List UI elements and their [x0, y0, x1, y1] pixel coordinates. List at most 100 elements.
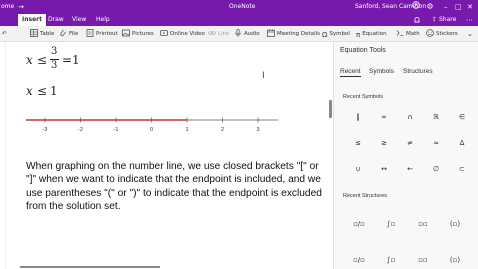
recent-symbol-button[interactable]: ≈: [426, 136, 446, 150]
tick-label: 1: [185, 127, 188, 133]
recent-structure-button[interactable]: ▫▫: [412, 210, 434, 238]
recent-structure-button[interactable]: (▫): [444, 210, 466, 238]
tab-structures[interactable]: Structures: [403, 67, 433, 76]
vertical-scrollbar[interactable]: [329, 100, 332, 118]
recent-symbol-button[interactable]: ∞: [374, 110, 394, 124]
ribbon-table-label: Table: [40, 31, 55, 37]
tab-draw[interactable]: Draw: [44, 14, 68, 26]
ribbon-pictures-label: Pictures: [132, 31, 154, 37]
back-arrow-icon[interactable]: →: [18, 1, 24, 13]
recent-symbol-button[interactable]: ≤: [348, 136, 368, 150]
tab-insert[interactable]: Insert: [18, 14, 46, 26]
recent-symbol-button[interactable]: Δ: [452, 136, 472, 150]
tab-view[interactable]: View: [68, 14, 90, 26]
equation-icon: π: [356, 31, 361, 39]
tick-label: -3: [43, 127, 48, 133]
recent-symbol-button[interactable]: ⊂: [452, 162, 472, 176]
ribbon-audio-button[interactable]: Audio: [234, 29, 260, 39]
stickers-icon: [426, 29, 434, 37]
horizontal-scrollbar[interactable]: [20, 266, 160, 268]
audio-icon: [235, 29, 241, 37]
recent-symbol-button[interactable]: ∪: [348, 162, 368, 176]
more-options-icon[interactable]: ⋯: [466, 14, 473, 26]
tick-label: 3: [256, 127, 259, 133]
recent-symbol-button[interactable]: ∩: [400, 110, 420, 124]
eq1-rhs: 1: [72, 53, 80, 67]
menu-bar: Insert Draw View Help ⇪ Share ⋯: [0, 14, 478, 26]
equation-one[interactable]: x ≤ 3 3 = 1: [26, 46, 86, 76]
recent-symbol-button[interactable]: ↔: [374, 162, 394, 176]
eq1-variable: x: [26, 53, 33, 67]
share-label: Share: [438, 16, 457, 23]
recent-structures-heading: Recent Structures: [343, 193, 388, 199]
printout-icon: [86, 29, 94, 37]
undo-icon[interactable]: ↶: [2, 29, 7, 39]
tick-label: -2: [78, 127, 83, 133]
recent-symbol-button[interactable]: ‖: [348, 110, 368, 124]
ribbon-printout-label: Printout: [96, 31, 118, 37]
ribbon-meeting-details-label: Meeting Details: [277, 31, 320, 37]
ribbon-symbol-button[interactable]: Ω Symbol: [322, 29, 350, 39]
ribbon-math-button[interactable]: Math: [396, 29, 420, 39]
eq1-denominator: 3: [51, 60, 58, 71]
recent-symbol-button[interactable]: ≥: [374, 136, 394, 150]
pictures-icon: [122, 29, 130, 37]
recent-symbol-button[interactable]: ℝ: [426, 110, 446, 124]
mouse-ibeam-cursor-icon: I: [262, 71, 265, 81]
tab-symbols[interactable]: Symbols: [369, 67, 394, 76]
recent-symbol-button[interactable]: ∅: [426, 162, 446, 176]
eq1-equals: =: [62, 53, 73, 67]
minimize-button[interactable]: –: [444, 1, 448, 13]
tick-label: 2: [221, 127, 224, 133]
equation-tools-pane: Equation Tools Recent Symbols Structures…: [333, 42, 478, 269]
online-video-icon: [160, 30, 168, 36]
explanation-paragraph[interactable]: When graphing on the number line, we use…: [26, 160, 326, 213]
tick-label: 0: [150, 127, 153, 133]
insert-ribbon: ↶ Table File Printout Pictures Online Vi…: [0, 26, 478, 42]
table-icon: [30, 29, 38, 37]
ribbon-table-button[interactable]: Table: [30, 29, 54, 39]
recent-structure-button[interactable]: ▫/▫: [348, 210, 370, 238]
ribbon-link-button[interactable]: Link: [208, 29, 229, 39]
ribbon-equation-label: Equation: [362, 31, 387, 37]
recent-structure-button[interactable]: ▫/▫: [348, 246, 370, 269]
recent-structure-button[interactable]: ▫▫: [412, 246, 434, 269]
user-avatar-icon[interactable]: [412, 1, 420, 14]
tick-label: -1: [114, 127, 119, 133]
pane-title: Equation Tools: [340, 47, 386, 54]
recent-structure-button[interactable]: ∫▫: [380, 246, 402, 269]
meeting-details-icon: [267, 29, 275, 37]
ribbon-equation-button[interactable]: π Equation: [356, 29, 387, 39]
recent-symbol-button[interactable]: ∈: [452, 110, 472, 124]
tab-help[interactable]: Help: [92, 14, 114, 26]
share-icon: ⇪: [432, 16, 438, 23]
ribbon-file-label: File: [69, 31, 79, 37]
recent-symbol-button[interactable]: ←: [400, 162, 420, 176]
link-icon: [208, 31, 216, 35]
ribbon-symbol-label: Symbol: [329, 31, 350, 37]
eq1-numerator: 3: [51, 46, 58, 57]
equation-two[interactable]: x ≤ 1: [26, 84, 58, 98]
onenote-window: ome → OneNote Sanford, Sean Cameron – □ …: [0, 0, 478, 269]
share-button[interactable]: ⇪ Share: [432, 14, 456, 26]
ribbon-stickers-button[interactable]: Stickers: [426, 29, 458, 39]
title-bar: ome → OneNote Sanford, Sean Cameron – □ …: [0, 0, 478, 14]
ribbon-printout-button[interactable]: Printout: [86, 29, 118, 39]
ribbon-pictures-button[interactable]: Pictures: [122, 29, 154, 39]
note-canvas[interactable]: x ≤ 3 3 = 1 x ≤ 1 -3 -2 -1 0 1 2 3 I When grap…: [0, 42, 332, 269]
symbol-icon: Ω: [322, 31, 328, 39]
recent-structure-button[interactable]: ∫▫: [380, 210, 402, 238]
ribbon-link-label: Link: [218, 31, 230, 37]
ribbon-meeting-details-button[interactable]: Meeting Details: [267, 29, 320, 39]
file-icon: [60, 29, 66, 37]
close-button[interactable]: ✕: [467, 1, 473, 13]
recent-structure-button[interactable]: (▫): [444, 246, 466, 269]
tab-recent[interactable]: Recent: [340, 67, 361, 77]
ribbon-online-video-button[interactable]: Online Video: [160, 29, 205, 39]
number-line-drawing[interactable]: -3 -2 -1 0 1 2 3: [24, 112, 324, 136]
ribbon-file-button[interactable]: File: [59, 29, 78, 39]
maximize-button[interactable]: □: [455, 1, 462, 13]
ribbon-expand-chevron-icon[interactable]: ⌄: [467, 29, 473, 39]
home-tab-partial[interactable]: ome: [1, 1, 14, 13]
recent-symbol-button[interactable]: ≠: [400, 136, 420, 150]
